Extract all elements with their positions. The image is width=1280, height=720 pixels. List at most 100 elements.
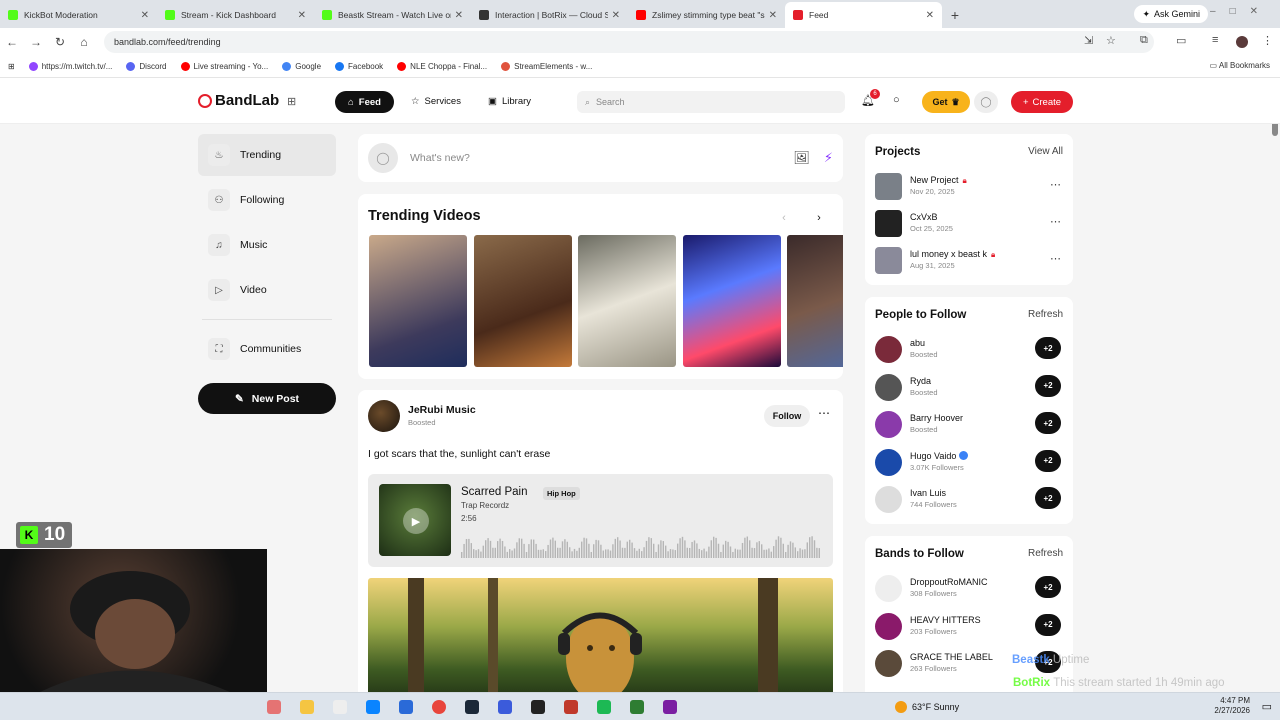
forward-icon[interactable]: → [24, 35, 48, 49]
new-post-button[interactable]: ✎ New Post [198, 383, 336, 414]
clock[interactable]: 4:47 PM 2/27/2026 [1214, 696, 1250, 716]
band-avatar[interactable] [875, 650, 902, 677]
post-author[interactable]: JeRubi Music [408, 404, 476, 416]
spotify-icon[interactable] [597, 700, 611, 714]
person-avatar[interactable] [875, 373, 902, 401]
reload-icon[interactable]: ↻ [48, 35, 72, 49]
menu-icon[interactable]: ⋮ [1262, 34, 1273, 47]
outlook-icon[interactable] [399, 700, 413, 714]
weather-widget[interactable]: 63°F Sunny [895, 701, 959, 713]
bookmark-item[interactable]: https://m.twitch.tv/... [28, 62, 112, 71]
url-field[interactable]: bandlab.com/feed/trending [104, 31, 1154, 53]
lightning-icon[interactable]: ⚡︎ [824, 150, 833, 166]
follow-button[interactable]: +2 [1035, 576, 1061, 598]
grid-icon[interactable]: ⊞ [287, 95, 296, 108]
view-all-link[interactable]: View All [1028, 146, 1063, 157]
more-icon[interactable]: ⋯ [818, 406, 830, 420]
composer-placeholder[interactable]: What's new? [410, 152, 779, 164]
band-avatar[interactable] [875, 575, 902, 602]
video-thumbnail[interactable] [473, 235, 572, 367]
media-icon[interactable]: ≡ [1212, 34, 1218, 46]
chat-icon[interactable]: ○ [893, 94, 900, 106]
bookmark-item[interactable]: Google [282, 62, 321, 71]
back-icon[interactable]: ← [0, 35, 24, 49]
nvidia-icon[interactable] [630, 700, 644, 714]
more-icon[interactable]: ⋯ [1050, 215, 1061, 228]
sidebar-item-communities[interactable]: ⛶ Communities [198, 328, 336, 370]
home-icon[interactable]: ⌂ [72, 35, 96, 49]
profile-avatar[interactable] [1236, 36, 1248, 48]
obs-icon[interactable] [531, 700, 545, 714]
create-button[interactable]: + Create [1011, 91, 1073, 113]
person-avatar[interactable] [875, 411, 902, 438]
follow-button[interactable]: +2 [1035, 613, 1061, 636]
band-name[interactable]: DroppoutRoMANIC [910, 577, 988, 587]
follow-button[interactable]: +2 [1035, 374, 1061, 397]
star-icon[interactable]: ☆ [1106, 34, 1116, 47]
video-thumbnail[interactable] [787, 235, 843, 367]
chrome-icon[interactable] [432, 700, 446, 714]
copilot-icon[interactable] [267, 700, 281, 714]
project-name[interactable]: lul money x beast k 🔒︎ [910, 249, 995, 260]
person-name[interactable]: Ivan Luis [910, 488, 946, 498]
bookmark-item[interactable]: Facebook [335, 62, 383, 71]
extensions-icon[interactable]: ⧉ [1140, 34, 1148, 47]
nav-library[interactable]: ▣ Library [488, 96, 531, 107]
person-avatar[interactable] [875, 336, 902, 363]
browser-tab[interactable]: Zslimey stimming type beat "sn ✕ [628, 2, 785, 28]
more-icon[interactable]: ⋯ [1050, 252, 1061, 265]
close-icon[interactable]: ✕ [141, 10, 149, 21]
track-title[interactable]: Scarred Pain [461, 486, 527, 498]
video-thumbnail[interactable] [682, 235, 781, 367]
video-thumbnail[interactable] [578, 235, 676, 367]
band-name[interactable]: GRACE THE LABEL [910, 652, 993, 662]
search-input[interactable]: ⌕ Search [577, 91, 845, 113]
bookmark-item[interactable]: NLE Choppa - Final... [397, 62, 487, 71]
new-tab-button[interactable]: + [942, 2, 968, 28]
notepad-icon[interactable] [333, 700, 347, 714]
browser-tab[interactable]: Interaction | BotRix — Cloud St ✕ [471, 2, 628, 28]
sidepanel-icon[interactable]: ▭ [1176, 34, 1186, 47]
close-icon[interactable]: ✕ [298, 10, 306, 21]
edge-icon[interactable] [366, 700, 380, 714]
person-name[interactable]: Barry Hoover [910, 413, 963, 423]
project-name[interactable]: CxVxB [910, 212, 938, 222]
file-explorer-icon[interactable] [300, 700, 314, 714]
follow-button[interactable]: +2 [1035, 487, 1061, 509]
all-bookmarks-button[interactable]: ▭ All Bookmarks [1210, 61, 1270, 70]
browser-tab[interactable]: KickBot Moderation ✕ [0, 2, 157, 28]
arc-icon[interactable] [498, 700, 512, 714]
sidebar-item-trending[interactable]: ♨ Trending [198, 134, 336, 176]
bandlab-logo[interactable]: BandLab [198, 92, 279, 109]
video-thumbnail[interactable] [369, 235, 467, 367]
project-name[interactable]: New Project 🔒︎ [910, 175, 967, 186]
more-icon[interactable]: ⋯ [1050, 178, 1061, 191]
page-scrollbar[interactable] [1272, 124, 1278, 136]
sidebar-item-video[interactable]: ▷ Video [198, 269, 336, 311]
follow-button[interactable]: Follow [764, 405, 810, 427]
window-controls[interactable]: –□✕ [1210, 6, 1272, 17]
track-artist[interactable]: Trap Recordz [461, 501, 509, 510]
nav-services[interactable]: ☆ Services [411, 96, 461, 107]
person-avatar[interactable] [875, 486, 902, 513]
user-avatar[interactable]: ◯ [974, 91, 998, 113]
person-name[interactable]: Ryda [910, 376, 931, 386]
follow-button[interactable]: +2 [1035, 449, 1061, 472]
browser-tab[interactable]: Feed ✕ [785, 2, 942, 28]
notification-center-icon[interactable]: ▭ [1262, 700, 1272, 713]
person-name[interactable]: Hugo Vaido [910, 450, 969, 461]
apps-icon[interactable]: ⊞ [8, 62, 15, 71]
close-icon[interactable]: ✕ [612, 10, 620, 21]
bookmark-item[interactable]: Live streaming - Yo... [180, 62, 268, 71]
sidebar-item-music[interactable]: ♫ Music [198, 224, 336, 266]
app-icon[interactable] [564, 700, 578, 714]
band-name[interactable]: HEAVY HITTERS [910, 615, 981, 625]
band-avatar[interactable] [875, 612, 902, 640]
person-avatar[interactable] [875, 448, 902, 476]
person-name[interactable]: abu [910, 338, 925, 348]
people-refresh-link[interactable]: Refresh [1028, 309, 1063, 320]
bands-refresh-link[interactable]: Refresh [1028, 548, 1063, 559]
next-arrow-icon[interactable]: › [807, 206, 831, 230]
steam-icon[interactable] [465, 700, 479, 714]
project-row[interactable]: lul money x beast k 🔒︎ Aug 31, 2025 ⋯ [875, 246, 1063, 276]
